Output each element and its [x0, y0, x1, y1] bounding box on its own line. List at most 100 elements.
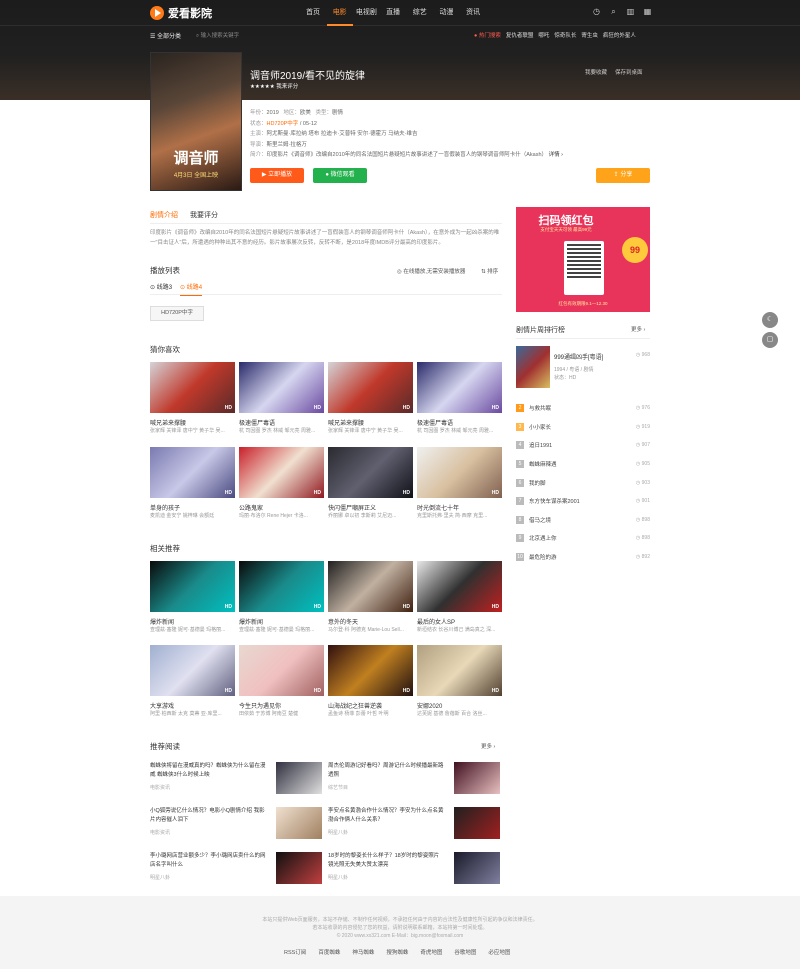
- rank-title[interactable]: 小小家长: [529, 423, 551, 431]
- reading-image[interactable]: [276, 762, 322, 794]
- nav-item[interactable]: 电视剧: [353, 0, 379, 26]
- hot-search-link[interactable]: 寄生虫: [581, 31, 598, 39]
- intro-more-link[interactable]: 详情 ›: [549, 152, 563, 158]
- reading-text[interactable]: 周杰伦周游记好看吗？周游记什么时候播最新路透照: [328, 762, 444, 780]
- rank-title[interactable]: 我的脚: [529, 479, 546, 487]
- movie-thumbnail[interactable]: HD: [150, 362, 235, 413]
- chart-icon[interactable]: ▥: [626, 7, 635, 16]
- reading-item[interactable]: 小Q狐旁说亿什么情况？电影小Q剧情介绍 我影片内容催人泪下 电影资讯: [150, 807, 322, 839]
- movie-thumbnail[interactable]: HD: [417, 645, 502, 696]
- footer-link[interactable]: 百度蜘蛛: [318, 948, 340, 956]
- rank-title[interactable]: 借马之境: [529, 516, 551, 524]
- rank-top-title[interactable]: 999通缉凶手[粤语]: [554, 352, 603, 361]
- movie-thumbnail[interactable]: HD: [239, 645, 324, 696]
- rank-title[interactable]: 追日1991: [529, 441, 552, 449]
- movie-card[interactable]: HD 今生只为遇见你 田依茹 于苏博 阿南豆 楚健: [239, 645, 324, 718]
- theme-toggle-icon[interactable]: ☾: [762, 312, 778, 328]
- rank-item[interactable]: 8 借马之境 ◷ 898: [516, 511, 650, 530]
- share-button[interactable]: ⇪ 分享: [596, 168, 650, 183]
- movie-card[interactable]: HD 时光倒流七十年 克里斯托弗·里夫 简·西摩 克里...: [417, 447, 502, 520]
- reading-text[interactable]: 蜘蛛侠将留在漫威真的吗？蜘蛛侠为什么留在漫威 蜘蛛侠3什么时候上映: [150, 762, 266, 780]
- movie-thumbnail[interactable]: HD: [417, 561, 502, 612]
- hot-search-link[interactable]: 哪吒: [538, 31, 549, 39]
- feedback-icon[interactable]: ▢: [762, 332, 778, 348]
- reading-item[interactable]: 李小璐网店营业额多少？李小璐网店卖什么的网店名字叫什么 明星八卦: [150, 852, 322, 884]
- movie-card[interactable]: HD 爆炸新闻 查理兹·塞隆 妮可·基德曼 玛格丽...: [150, 561, 235, 634]
- reading-text[interactable]: 李小璐网店营业额多少？李小璐网店卖什么的网店名字叫什么: [150, 852, 266, 870]
- reading-text[interactable]: 18岁时的黎姿长什么样子？18岁时的黎姿照片镜光照无失美大赞太漂亮: [328, 852, 444, 870]
- rank-item[interactable]: 9 北京遇上你 ◷ 898: [516, 529, 650, 548]
- movie-card-title[interactable]: 今生只为遇见你: [239, 701, 324, 710]
- movie-thumbnail[interactable]: HD: [417, 362, 502, 413]
- rank-item[interactable]: 6 我的脚 ◷ 903: [516, 473, 650, 492]
- movie-card-title[interactable]: 意外的冬天: [328, 617, 413, 626]
- reading-text[interactable]: 李安点名黄渤合作什么情况？李安为什么点名黄渤合作俩人什么关系？: [328, 807, 444, 825]
- movie-thumbnail[interactable]: HD: [239, 362, 324, 413]
- rank-more-link[interactable]: 更多 ›: [631, 325, 645, 333]
- reading-text[interactable]: 小Q狐旁说亿什么情况？电影小Q剧情介绍 我影片内容催人泪下: [150, 807, 266, 825]
- red-packet-ad[interactable]: 扫码领红包 支付宝天天可领 最高99元 99 红包有效期限9.1—12.30: [516, 207, 650, 312]
- movie-card-title[interactable]: 山海战纪之狂兽逆袭: [328, 701, 413, 710]
- search-icon[interactable]: ⌕: [609, 7, 618, 16]
- reading-item[interactable]: 18岁时的黎姿长什么样子？18岁时的黎姿照片镜光照无失美大赞太漂亮 明星八卦: [328, 852, 500, 884]
- movie-card[interactable]: HD 单身的孩子 麦凯迪 金安宁 姚梓琳 会额廷: [150, 447, 235, 520]
- movie-thumbnail[interactable]: HD: [239, 447, 324, 498]
- rank-title[interactable]: 与救共眠: [529, 404, 551, 412]
- rank-item[interactable]: 2 与救共眠 ◷ 976: [516, 399, 650, 418]
- rate-link[interactable]: 我来评分: [276, 84, 298, 90]
- movie-card-title[interactable]: 安娜2020: [417, 701, 502, 710]
- movie-card-title[interactable]: 单身的孩子: [150, 503, 235, 512]
- movie-card[interactable]: HD 快闪僵尸嘲屏正义 乔丽娜 卓以初 李斯莉 艾尼迈...: [328, 447, 413, 520]
- hot-search-link[interactable]: 疯狂的外星人: [603, 31, 636, 39]
- rank-item[interactable]: 7 东方快车谋杀案2001 ◷ 901: [516, 492, 650, 511]
- logo[interactable]: 爱看影院: [150, 5, 212, 21]
- movie-card[interactable]: HD 喊兄弟来撑腰 张家辉 关锋泽 唐中宁 黄子华 吴...: [150, 362, 235, 435]
- rating-stars[interactable]: ★★★★★ 我来评分: [250, 82, 298, 90]
- movie-card-title[interactable]: 喊兄弟来撑腰: [150, 418, 235, 427]
- movie-card[interactable]: HD 极速僵尸毒语杭 司因图 罗杰 林威 邹元亮 周雅...: [417, 362, 502, 435]
- movie-card[interactable]: HD 安娜2020 达芙妮 基德 詹蓓斯 百合 洛丝...: [417, 645, 502, 718]
- movie-card[interactable]: HD 最后的女人SP 新垣结衣 长谷川博己 满岛真之 深...: [417, 561, 502, 634]
- grid-icon[interactable]: ▦: [643, 7, 652, 16]
- reading-item[interactable]: 蜘蛛侠将留在漫威真的吗？蜘蛛侠为什么留在漫威 蜘蛛侠3什么时候上映 电影资讯: [150, 762, 322, 794]
- rank-top-item[interactable]: 999通缉凶手[粤语] 1994 / 粤语 / 剧情 状态：HD ◷ 968: [516, 346, 650, 388]
- hot-search-link[interactable]: 惊奇队长: [554, 31, 576, 39]
- movie-thumbnail[interactable]: HD: [150, 447, 235, 498]
- tab-plot[interactable]: 剧情介绍: [150, 210, 178, 220]
- sort-button[interactable]: ⇅ 排序: [481, 267, 498, 275]
- reading-item[interactable]: 周杰伦周游记好看吗？周游记什么时候播最新路透照 综艺节目: [328, 762, 500, 794]
- movie-card-title[interactable]: 极速僵尸毒语: [417, 418, 502, 427]
- footer-link[interactable]: 奇虎地图: [420, 948, 442, 956]
- movie-card-title[interactable]: 喊兄弟来撑腰: [328, 418, 413, 427]
- nav-item[interactable]: 电影: [326, 0, 353, 26]
- reading-image[interactable]: [454, 807, 500, 839]
- movie-card[interactable]: HD 极速僵尸毒语杭 司因图 罗杰 林威 邹元亮 周雅...: [239, 362, 324, 435]
- movie-card-title[interactable]: 大享游戏: [150, 701, 235, 710]
- nav-item[interactable]: 直播: [380, 0, 406, 26]
- save-desktop-link[interactable]: 保存到桌面: [615, 68, 643, 76]
- favorite-link[interactable]: 我要收藏: [585, 68, 607, 76]
- episode-chip[interactable]: HD720P中字: [150, 306, 204, 321]
- rank-item[interactable]: 5 蜘蛛麻辣遇 ◷ 905: [516, 455, 650, 474]
- all-categories-button[interactable]: ☰ 全部分类: [150, 31, 181, 40]
- search-input[interactable]: ⌕ 输入搜索关键字: [196, 31, 239, 40]
- wechat-watch-button[interactable]: ● 微信观看: [313, 168, 367, 183]
- play-now-button[interactable]: ▶ 立即播放: [250, 168, 304, 183]
- footer-link[interactable]: 必应地图: [488, 948, 510, 956]
- movie-card-title[interactable]: 公路鬼家: [239, 503, 324, 512]
- rank-title[interactable]: 最危险的游: [529, 553, 557, 561]
- movie-thumbnail[interactable]: HD: [328, 645, 413, 696]
- movie-thumbnail[interactable]: HD: [417, 447, 502, 498]
- rank-title[interactable]: 北京遇上你: [529, 534, 557, 542]
- movie-card[interactable]: HD 山海战纪之狂兽逆袭 孟鱼诗 杨菲 彭蕾 叶哲 叶明: [328, 645, 413, 718]
- movie-card[interactable]: HD 喊兄弟来撑腰 张家辉 关锋泽 唐中宁 黄子华 吴...: [328, 362, 413, 435]
- movie-card[interactable]: HD 爆炸新闻 查理兹·塞隆 妮可·基德曼 玛格丽...: [239, 561, 324, 634]
- reading-image[interactable]: [276, 807, 322, 839]
- movie-card-title[interactable]: 极速僵尸毒语: [239, 418, 324, 427]
- tab-rate[interactable]: 我要评分: [190, 210, 218, 220]
- movie-card-title[interactable]: 最后的女人SP: [417, 617, 502, 626]
- rank-title[interactable]: 蜘蛛麻辣遇: [529, 460, 557, 468]
- movie-card-title[interactable]: 时光倒流七十年: [417, 503, 502, 512]
- movie-card-title[interactable]: 快闪僵尸嘲屏正义: [328, 503, 413, 512]
- rank-title[interactable]: 东方快车谋杀案2001: [529, 497, 580, 505]
